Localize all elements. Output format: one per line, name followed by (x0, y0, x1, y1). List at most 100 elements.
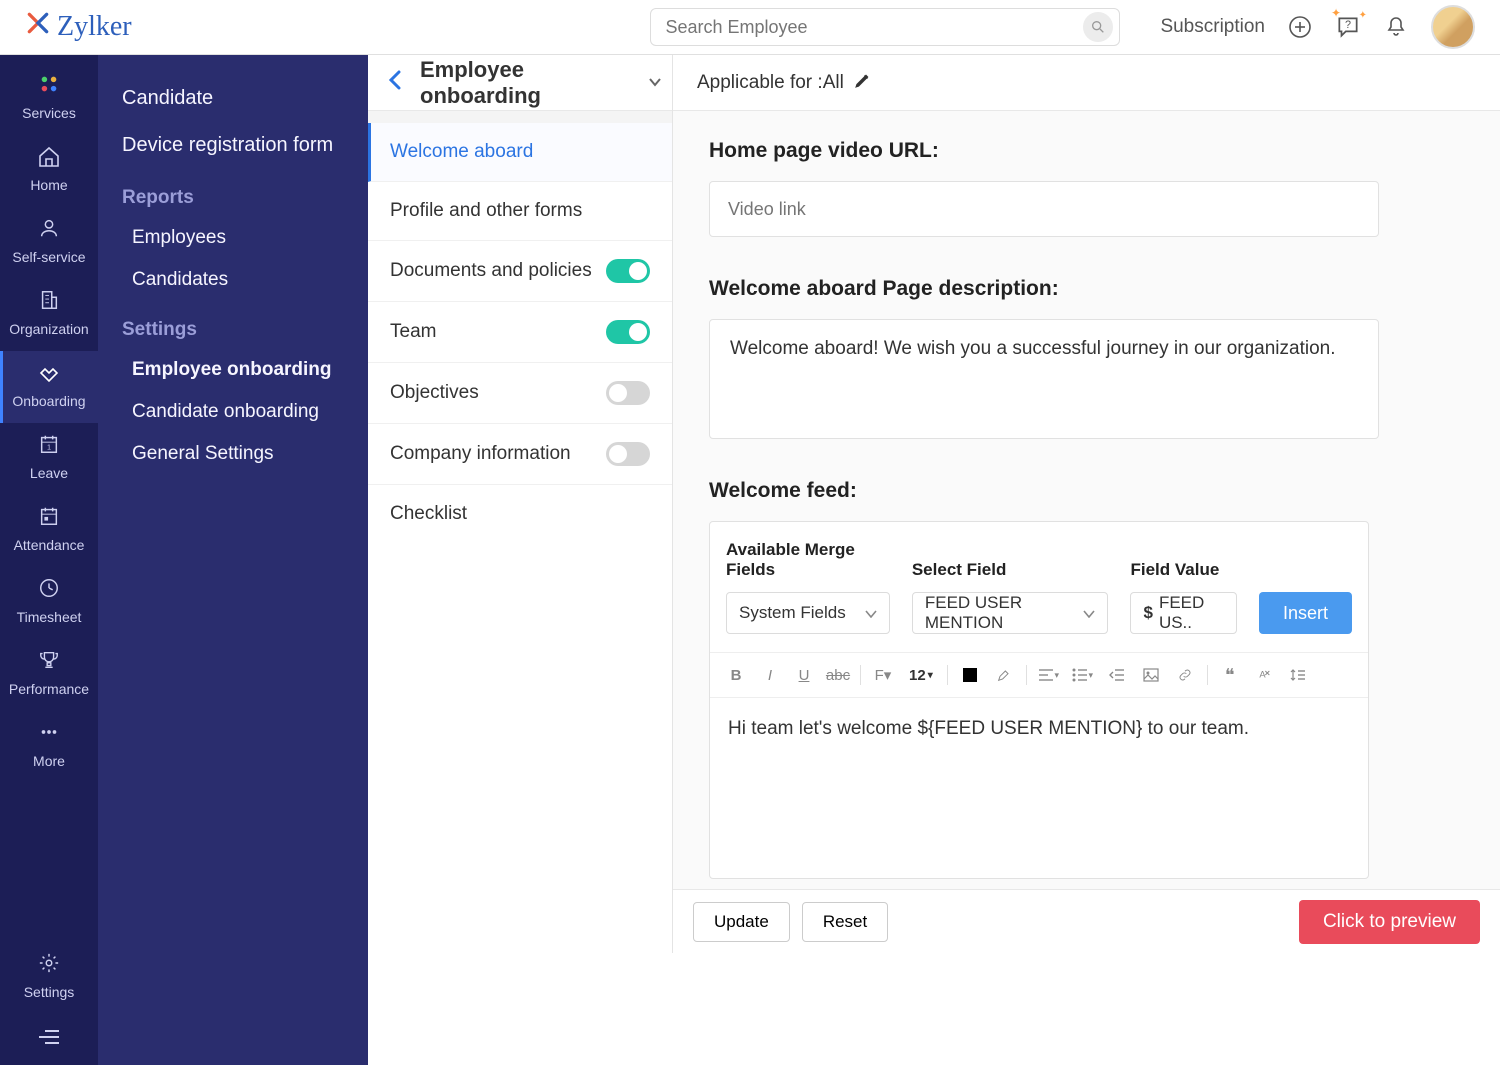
align-button[interactable]: ▾ (1035, 661, 1063, 689)
back-button[interactable] (378, 70, 412, 96)
desc-textarea[interactable]: Welcome aboard! We wish you a successful… (709, 319, 1379, 439)
clear-format-icon: A (1256, 667, 1272, 683)
subnav-candidate-onboarding[interactable]: Candidate onboarding (98, 391, 368, 433)
help-chat-icon: ? (1335, 14, 1361, 40)
rail-label: Onboarding (12, 393, 85, 409)
rail-item-services[interactable]: Services (0, 63, 98, 135)
rail-collapse-toggle[interactable] (0, 1014, 98, 1065)
grid-icon (0, 73, 98, 99)
reset-button[interactable]: Reset (802, 902, 888, 942)
highlight-icon (996, 667, 1012, 683)
brand-name: Zylker (57, 11, 132, 43)
merge-fieldvalue-box[interactable]: $ FEED US.. (1130, 592, 1237, 634)
subnav-device-registration[interactable]: Device registration form (98, 122, 368, 169)
search-wrap (650, 8, 1120, 46)
chevron-down-icon (1083, 603, 1095, 623)
quote-button[interactable]: ❝ (1216, 661, 1244, 689)
merge-fieldvalue-value: FEED US.. (1159, 593, 1224, 633)
video-url-input[interactable] (728, 199, 1360, 220)
search-button[interactable] (1083, 12, 1113, 42)
add-button[interactable] (1287, 14, 1313, 40)
svg-text:1: 1 (47, 443, 51, 452)
subnav-general-settings[interactable]: General Settings (98, 433, 368, 475)
person-icon (0, 217, 98, 243)
list-button[interactable]: ▾ (1069, 661, 1097, 689)
search-box (650, 8, 1120, 46)
list-icon (1072, 668, 1088, 682)
help-button[interactable]: ? (1335, 14, 1361, 40)
rail-item-more[interactable]: More (0, 711, 98, 783)
step-team[interactable]: Team (368, 302, 672, 363)
step-label: Company information (390, 443, 571, 465)
rail-item-timesheet[interactable]: Timesheet (0, 567, 98, 639)
font-size-button[interactable]: 12▾ (903, 661, 939, 689)
notifications-button[interactable] (1383, 14, 1409, 40)
align-icon (1038, 668, 1054, 682)
rail-item-organization[interactable]: Organization (0, 279, 98, 351)
merge-select-dropdown[interactable]: FEED USER MENTION (912, 592, 1109, 634)
update-button[interactable]: Update (693, 902, 790, 942)
editor-toolbar: B I U abc F▾ 12▾ ▾ ▾ (710, 653, 1368, 698)
rail-label: Self-service (12, 249, 85, 265)
rail-item-performance[interactable]: Performance (0, 639, 98, 711)
rail-label: More (33, 753, 65, 769)
step-label: Documents and policies (390, 260, 592, 282)
feed-editor[interactable]: Hi team let's welcome ${FEED USER MENTIO… (710, 698, 1368, 878)
toggle-documents-policies[interactable] (606, 259, 650, 283)
merge-fieldvalue-label: Field Value (1130, 560, 1237, 580)
brand-logo[interactable]: Zylker (25, 10, 132, 44)
subnav-employees[interactable]: Employees (98, 217, 368, 259)
rail-item-home[interactable]: Home (0, 135, 98, 207)
subnav-employee-onboarding[interactable]: Employee onboarding (98, 349, 368, 391)
edit-applicable-button[interactable] (854, 71, 872, 95)
chevron-left-icon (388, 70, 402, 90)
search-input[interactable] (665, 17, 1083, 38)
step-documents-policies[interactable]: Documents and policies (368, 241, 672, 302)
step-objectives[interactable]: Objectives (368, 363, 672, 424)
underline-icon: U (799, 667, 810, 684)
trophy-icon (0, 649, 98, 675)
font-family-button[interactable]: F▾ (869, 661, 897, 689)
italic-button[interactable]: I (756, 661, 784, 689)
page-title-dropdown[interactable] (648, 74, 662, 92)
rail-item-onboarding[interactable]: Onboarding (0, 351, 98, 423)
icon-rail: Services Home Self-service Organization … (0, 55, 98, 1065)
text-color-button[interactable] (956, 661, 984, 689)
step-company-info[interactable]: Company information (368, 424, 672, 485)
rail-label: Home (30, 177, 67, 193)
toggle-company-info[interactable] (606, 442, 650, 466)
line-spacing-button[interactable] (1284, 661, 1312, 689)
strikethrough-button[interactable]: abc (824, 661, 852, 689)
highlight-button[interactable] (990, 661, 1018, 689)
rail-item-leave[interactable]: 1 Leave (0, 423, 98, 495)
subnav-candidate[interactable]: Candidate (98, 75, 368, 122)
subscription-link[interactable]: Subscription (1160, 16, 1265, 38)
rail-label: Performance (9, 681, 89, 697)
link-button[interactable] (1171, 661, 1199, 689)
rail-item-attendance[interactable]: Attendance (0, 495, 98, 567)
insert-button[interactable]: Insert (1259, 592, 1352, 634)
image-button[interactable] (1137, 661, 1165, 689)
rail-label: Services (22, 105, 76, 121)
step-checklist[interactable]: Checklist (368, 485, 672, 543)
subnav-candidates[interactable]: Candidates (98, 259, 368, 301)
step-label: Checklist (390, 503, 467, 525)
avatar[interactable] (1431, 5, 1475, 49)
video-url-field (709, 181, 1379, 237)
clear-format-button[interactable]: A (1250, 661, 1278, 689)
rail-item-self-service[interactable]: Self-service (0, 207, 98, 279)
toggle-objectives[interactable] (606, 381, 650, 405)
merge-available-dropdown[interactable]: System Fields (726, 592, 890, 634)
toggle-team[interactable] (606, 320, 650, 344)
rail-item-settings[interactable]: Settings (0, 942, 98, 1014)
step-welcome-aboard[interactable]: Welcome aboard (368, 123, 672, 182)
outdent-button[interactable] (1103, 661, 1131, 689)
quote-icon: ❝ (1225, 665, 1235, 686)
gear-icon (0, 952, 98, 978)
feed-editor-text: Hi team let's welcome ${FEED USER MENTIO… (728, 718, 1249, 739)
step-profile-forms[interactable]: Profile and other forms (368, 182, 672, 241)
content-scroll[interactable]: Home page video URL: Welcome aboard Page… (673, 111, 1500, 889)
preview-button[interactable]: Click to preview (1299, 900, 1480, 944)
underline-button[interactable]: U (790, 661, 818, 689)
bold-button[interactable]: B (722, 661, 750, 689)
